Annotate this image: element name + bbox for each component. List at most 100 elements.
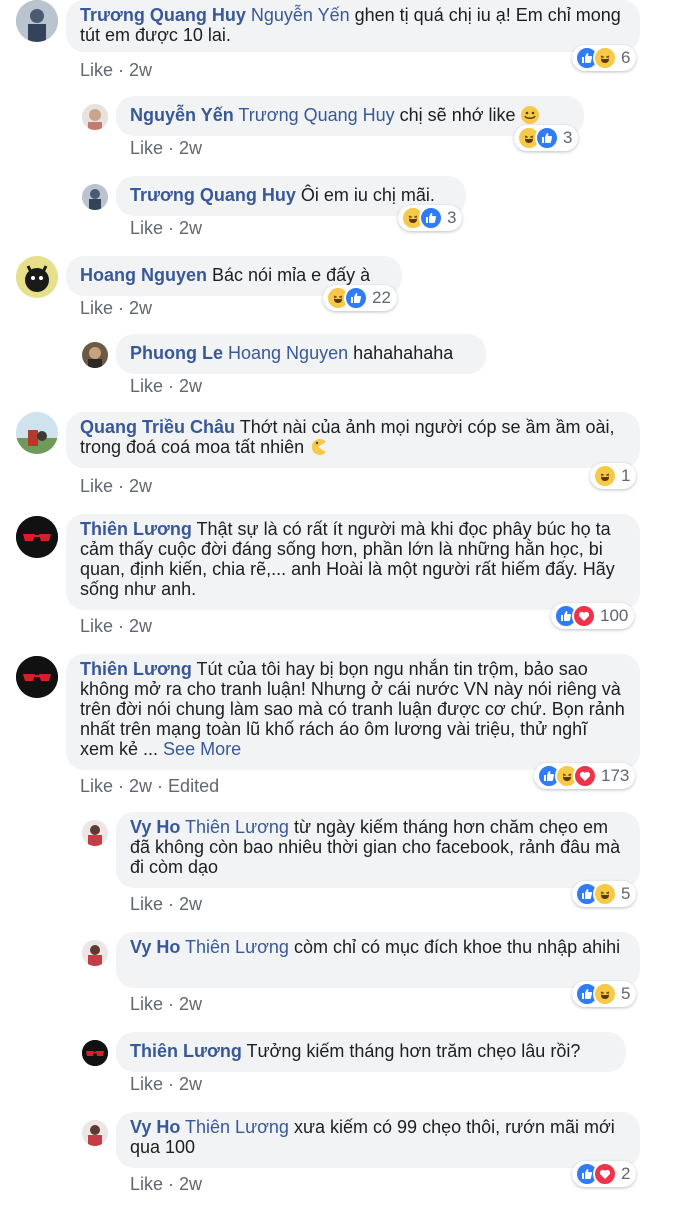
haha-reaction-icon — [593, 464, 617, 488]
reaction-summary[interactable]: 6 — [572, 45, 637, 71]
comment-author[interactable]: Trương Quang Huy — [130, 185, 296, 205]
comment-author[interactable]: Phuong Le — [130, 343, 223, 363]
reaction-summary[interactable]: 3 — [398, 205, 463, 231]
like-reaction-icon — [535, 126, 559, 150]
comment-author[interactable]: Nguyễn Yến — [130, 105, 234, 125]
like-button[interactable]: Like — [130, 376, 163, 396]
comment-actions: Like · 2w — [130, 376, 203, 396]
comment-time[interactable]: 2w — [129, 60, 152, 80]
comment-mention[interactable]: Nguyễn Yến — [251, 5, 350, 25]
reaction-count: 3 — [563, 128, 573, 147]
comment-time[interactable]: 2w — [179, 994, 202, 1014]
reaction-count: 2 — [621, 1164, 631, 1183]
comment-time[interactable]: 2w — [179, 1074, 202, 1094]
comment-author[interactable]: Thiên Lương — [80, 659, 192, 679]
comment-author[interactable]: Thiên Lương — [130, 1041, 242, 1061]
comment-time[interactable]: 2w — [179, 218, 202, 238]
reaction-summary[interactable]: 3 — [514, 125, 579, 151]
haha-reaction-icon — [593, 46, 617, 70]
reaction-count: 22 — [372, 288, 391, 307]
like-button[interactable]: Like — [80, 776, 113, 796]
reaction-count: 6 — [621, 48, 631, 67]
edited-label[interactable]: Edited — [168, 776, 219, 796]
like-button[interactable]: Like — [130, 1174, 163, 1194]
reaction-summary[interactable]: 5 — [572, 881, 637, 907]
comment-bubble: Vy Ho Thiên Lương xưa kiếm có 99 chẹo th… — [116, 1112, 640, 1168]
comment-actions: Like · 2w — [80, 298, 153, 318]
like-button[interactable]: Like — [130, 1074, 163, 1094]
avatar[interactable] — [16, 412, 58, 454]
comment-author[interactable]: Trương Quang Huy — [80, 5, 246, 25]
like-button[interactable]: Like — [130, 218, 163, 238]
avatar[interactable] — [16, 516, 58, 558]
comment-actions: Like · 2w — [130, 994, 203, 1014]
reaction-summary[interactable]: 173 — [534, 763, 636, 789]
love-reaction-icon — [593, 1162, 617, 1186]
comment-mention[interactable]: Hoang Nguyen — [228, 343, 348, 363]
comment-time[interactable]: 2w — [129, 776, 152, 796]
reaction-count: 1 — [621, 466, 631, 485]
reaction-summary[interactable]: 22 — [323, 285, 397, 311]
comment-mention[interactable]: Trương Quang Huy — [238, 105, 394, 125]
comment-time[interactable]: 2w — [129, 298, 152, 318]
reaction-summary[interactable]: 2 — [572, 1161, 637, 1187]
avatar[interactable] — [82, 184, 108, 210]
comment-text: hahahahaha — [353, 343, 454, 363]
avatar[interactable] — [16, 256, 58, 298]
comment-text: còm chỉ có mục đích khoe thu nhập ahihi — [293, 937, 621, 957]
comment-bubble: Trương Quang Huy Nguyễn Yến ghen tị quá … — [66, 0, 640, 52]
see-more-link[interactable]: See More — [163, 739, 241, 759]
comment-bubble: Quang Triều Châu Thớt nài của ảnh mọi ng… — [66, 412, 640, 468]
avatar[interactable] — [16, 656, 58, 698]
comment-mention[interactable]: Thiên Lương — [185, 1117, 289, 1137]
comment-bubble: Phuong Le Hoang Nguyen hahahahaha — [116, 334, 486, 374]
comment-author[interactable]: Thiên Lương — [80, 519, 192, 539]
comment-time[interactable]: 2w — [129, 616, 152, 636]
comment-author[interactable]: Vy Ho — [130, 937, 180, 957]
love-reaction-icon — [572, 604, 596, 628]
comment-author[interactable]: Hoang Nguyen — [80, 265, 207, 285]
comment-author[interactable]: Vy Ho — [130, 1117, 180, 1137]
like-button[interactable]: Like — [80, 476, 113, 496]
like-button[interactable]: Like — [80, 616, 113, 636]
reaction-count: 173 — [601, 766, 630, 785]
comment-author[interactable]: Vy Ho — [130, 817, 180, 837]
like-reaction-icon — [344, 286, 368, 310]
comment-text: Tưởng kiếm tháng hơn trăm chẹo lâu rồi? — [246, 1041, 581, 1061]
comment-time[interactable]: 2w — [129, 476, 152, 496]
reaction-count: 3 — [447, 208, 457, 227]
comment-text: Ôi em iu chị mãi. — [300, 185, 435, 205]
like-button[interactable]: Like — [80, 60, 113, 80]
avatar[interactable] — [16, 0, 58, 42]
like-button[interactable]: Like — [130, 138, 163, 158]
comment-actions: Like · 2w · Edited — [80, 776, 220, 796]
avatar[interactable] — [82, 1120, 108, 1146]
reaction-count: 5 — [621, 984, 631, 1003]
comment-time[interactable]: 2w — [179, 1174, 202, 1194]
like-button[interactable]: Like — [130, 894, 163, 914]
avatar[interactable] — [82, 940, 108, 966]
reaction-summary[interactable]: 100 — [551, 603, 635, 629]
avatar[interactable] — [82, 342, 108, 368]
reaction-summary[interactable]: 1 — [590, 463, 637, 489]
comment-time[interactable]: 2w — [179, 376, 202, 396]
comment-mention[interactable]: Thiên Lương — [185, 937, 289, 957]
avatar[interactable] — [82, 1040, 108, 1066]
reaction-summary[interactable]: 5 — [572, 981, 637, 1007]
avatar[interactable] — [82, 820, 108, 846]
comment-bubble: Vy Ho Thiên Lương từ ngày kiếm tháng hơn… — [116, 812, 640, 888]
avatar[interactable] — [82, 104, 108, 130]
haha-reaction-icon — [593, 982, 617, 1006]
comment-bubble: Thiên Lương Tưởng kiếm tháng hơn trăm ch… — [116, 1032, 626, 1072]
comment-bubble: Thiên Lương Tút của tôi hay bị bọn ngu n… — [66, 654, 640, 770]
like-button[interactable]: Like — [80, 298, 113, 318]
comment-time[interactable]: 2w — [179, 138, 202, 158]
comment-author[interactable]: Quang Triều Châu — [80, 417, 235, 437]
comment-actions: Like · 2w — [80, 60, 153, 80]
reaction-count: 5 — [621, 884, 631, 903]
comment-text: Bác nói mỉa e đấy à — [212, 265, 371, 285]
comment-bubble: Nguyễn Yến Trương Quang Huy chị sẽ nhớ l… — [116, 96, 584, 136]
comment-mention[interactable]: Thiên Lương — [185, 817, 289, 837]
like-button[interactable]: Like — [130, 994, 163, 1014]
comment-time[interactable]: 2w — [179, 894, 202, 914]
